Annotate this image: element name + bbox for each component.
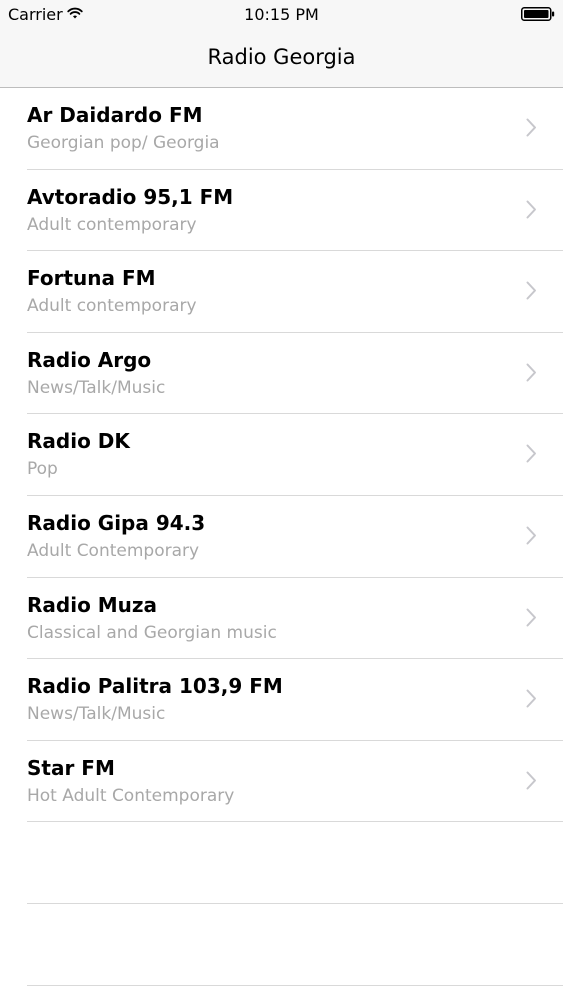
station-name: Fortuna FM — [27, 266, 156, 291]
station-name: Radio DK — [27, 429, 130, 454]
station-name: Star FM — [27, 755, 115, 780]
station-row[interactable]: Star FM Hot Adult Contemporary — [0, 741, 563, 823]
station-list: Ar Daidardo FM Georgian pop/ Georgia Avtor… — [0, 88, 563, 822]
chevron-right-icon — [526, 200, 536, 219]
station-row[interactable]: Radio Palitra 103,9 FM News/Talk/Music — [0, 659, 563, 741]
station-genre: News/Talk/Music — [27, 377, 166, 398]
chevron-right-icon — [526, 526, 536, 545]
station-genre: Georgian pop/ Georgia — [27, 133, 220, 153]
chevron-right-icon — [526, 689, 536, 708]
station-genre: Adult contemporary — [27, 296, 197, 317]
battery-icon — [521, 7, 555, 21]
station-name: Ar Daidardo FM — [27, 103, 203, 127]
empty-row-separator — [27, 985, 563, 986]
chevron-right-icon — [526, 771, 536, 790]
station-row[interactable]: Radio Muza Classical and Georgian music — [0, 578, 563, 660]
station-genre: News/Talk/Music — [27, 704, 166, 725]
status-bar: Carrier 10:15 PM — [0, 0, 563, 30]
station-row[interactable]: Fortuna FM Adult contemporary — [0, 251, 563, 333]
station-genre: Adult Contemporary — [27, 540, 200, 561]
station-row[interactable]: Avtoradio 95,1 FM Adult contemporary — [0, 170, 563, 252]
station-name: Radio Argo — [27, 347, 152, 372]
clock: 10:15 PM — [244, 5, 319, 24]
station-name: Radio Gipa 94.3 — [27, 510, 206, 535]
station-genre: Adult contemporary — [27, 214, 197, 235]
station-row[interactable]: Radio Argo News/Talk/Music — [0, 333, 563, 415]
chevron-right-icon — [526, 281, 536, 300]
station-row[interactable]: Ar Daidardo FM Georgian pop/ Georgia — [0, 88, 563, 170]
navigation-bar: Radio Georgia — [0, 30, 563, 88]
chevron-right-icon — [526, 608, 536, 627]
station-genre: Classical and Georgian music — [27, 622, 277, 643]
chevron-right-icon — [526, 363, 536, 382]
station-row[interactable]: Radio Gipa 94.3 Adult Contemporary — [0, 496, 563, 578]
page-title: Radio Georgia — [207, 45, 356, 69]
station-genre: Pop — [27, 459, 58, 480]
station-name: Radio Palitra 103,9 FM — [27, 674, 283, 699]
chevron-right-icon — [526, 444, 536, 463]
station-name: Radio Muza — [27, 592, 158, 617]
chevron-right-icon — [526, 118, 536, 137]
station-name: Avtoradio 95,1 FM — [27, 184, 234, 209]
station-row[interactable]: Radio DK Pop — [0, 414, 563, 496]
empty-row-separator — [27, 903, 563, 904]
station-genre: Hot Adult Contemporary — [27, 785, 235, 806]
